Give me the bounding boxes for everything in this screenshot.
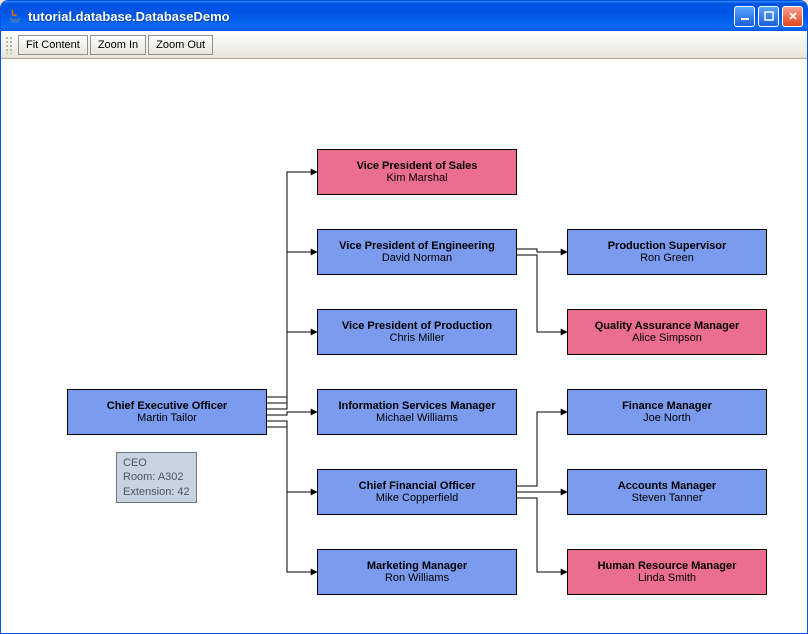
- node-title: Chief Financial Officer: [359, 480, 476, 492]
- node-title: Marketing Manager: [367, 560, 467, 572]
- node-name: David Norman: [382, 252, 452, 264]
- edge-ceo-to-vp_eng: [267, 252, 317, 403]
- node-name: Linda Smith: [638, 572, 696, 584]
- edge-cfo-to-hr: [517, 498, 567, 572]
- org-node-ism[interactable]: Information Services ManagerMichael Will…: [317, 389, 517, 435]
- edge-ceo-to-vp_prod: [267, 332, 317, 409]
- node-name: Ron Green: [640, 252, 694, 264]
- org-node-cfo[interactable]: Chief Financial OfficerMike Copperfield: [317, 469, 517, 515]
- node-title: Vice President of Sales: [357, 160, 478, 172]
- org-node-prod_sup[interactable]: Production SupervisorRon Green: [567, 229, 767, 275]
- fit-content-button[interactable]: Fit Content: [18, 35, 88, 55]
- close-button[interactable]: [782, 6, 803, 27]
- org-node-vp_eng[interactable]: Vice President of EngineeringDavid Norma…: [317, 229, 517, 275]
- edge-ceo-to-cfo: [267, 421, 317, 492]
- node-name: Michael Williams: [376, 412, 458, 424]
- node-name: Martin Tailor: [137, 412, 197, 424]
- org-node-marketing[interactable]: Marketing ManagerRon Williams: [317, 549, 517, 595]
- diagram-canvas[interactable]: Chief Executive OfficerMartin Tailor Vice…: [1, 59, 807, 633]
- maximize-button[interactable]: [758, 6, 779, 27]
- edge-ceo-to-ism: [267, 412, 317, 415]
- node-name: Chris Miller: [390, 332, 445, 344]
- org-node-finance[interactable]: Finance ManagerJoe North: [567, 389, 767, 435]
- node-title: Chief Executive Officer: [107, 400, 227, 412]
- window-title: tutorial.database.DatabaseDemo: [28, 9, 734, 24]
- zoom-out-button[interactable]: Zoom Out: [148, 35, 213, 55]
- org-node-ceo[interactable]: Chief Executive OfficerMartin Tailor: [67, 389, 267, 435]
- org-node-qa[interactable]: Quality Assurance ManagerAlice Simpson: [567, 309, 767, 355]
- node-title: Production Supervisor: [608, 240, 727, 252]
- node-title: Vice President of Production: [342, 320, 492, 332]
- org-node-vp_prod[interactable]: Vice President of ProductionChris Miller: [317, 309, 517, 355]
- node-name: Joe North: [643, 412, 691, 424]
- window-buttons: [734, 6, 803, 27]
- node-name: Kim Marshal: [386, 172, 447, 184]
- zoom-in-button[interactable]: Zoom In: [90, 35, 146, 55]
- toolbar: Fit Content Zoom In Zoom Out: [1, 31, 807, 59]
- org-node-vp_sales[interactable]: Vice President of SalesKim Marshal: [317, 149, 517, 195]
- app-window: tutorial.database.DatabaseDemo Fit Conte…: [0, 0, 808, 634]
- edge-cfo-to-finance: [517, 412, 567, 486]
- node-name: Steven Tanner: [632, 492, 703, 504]
- node-title: Finance Manager: [622, 400, 712, 412]
- node-title: Vice President of Engineering: [339, 240, 495, 252]
- tooltip-line2: Room: A302: [123, 470, 190, 484]
- node-name: Mike Copperfield: [376, 492, 459, 504]
- node-name: Ron Williams: [385, 572, 449, 584]
- tooltip-line1: CEO: [123, 456, 190, 470]
- node-tooltip: CEO Room: A302 Extension: 42: [116, 452, 197, 503]
- org-node-accounts[interactable]: Accounts ManagerSteven Tanner: [567, 469, 767, 515]
- titlebar[interactable]: tutorial.database.DatabaseDemo: [1, 1, 807, 31]
- edge-vp_eng-to-prod_sup: [517, 249, 567, 252]
- tooltip-line3: Extension: 42: [123, 485, 190, 499]
- node-name: Alice Simpson: [632, 332, 702, 344]
- minimize-button[interactable]: [734, 6, 755, 27]
- edge-ceo-to-marketing: [267, 427, 317, 572]
- node-title: Information Services Manager: [338, 400, 495, 412]
- edge-ceo-to-vp_sales: [267, 172, 317, 397]
- java-icon: [7, 8, 23, 24]
- node-title: Human Resource Manager: [598, 560, 737, 572]
- node-title: Quality Assurance Manager: [595, 320, 739, 332]
- node-title: Accounts Manager: [618, 480, 716, 492]
- org-node-hr[interactable]: Human Resource ManagerLinda Smith: [567, 549, 767, 595]
- toolbar-grip-icon: [5, 36, 13, 54]
- edge-vp_eng-to-qa: [517, 255, 567, 332]
